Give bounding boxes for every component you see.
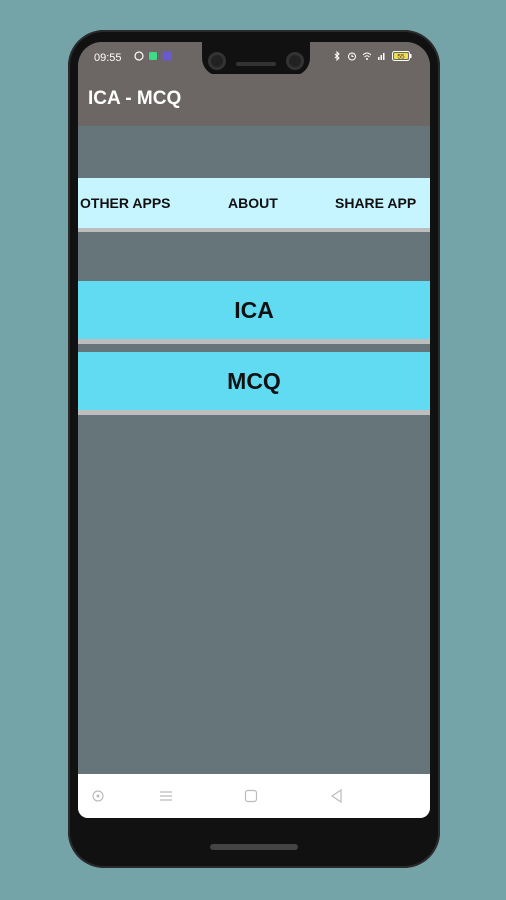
message-icon bbox=[149, 52, 157, 60]
alarm-icon bbox=[348, 52, 356, 61]
status-time: 09:55 bbox=[94, 52, 122, 64]
bluetooth-icon bbox=[334, 51, 340, 61]
app-title: ICA - MCQ bbox=[88, 88, 182, 109]
mcq-button[interactable]: MCQ bbox=[78, 352, 430, 415]
system-nav-bar bbox=[78, 774, 430, 818]
menu-strip: OTHER APPS ABOUT SHARE APP bbox=[78, 178, 430, 232]
recent-apps-icon[interactable] bbox=[158, 788, 174, 804]
wifi-icon bbox=[362, 52, 372, 60]
ai-icon bbox=[162, 51, 172, 61]
home-icon[interactable] bbox=[243, 788, 259, 804]
camera-cutout bbox=[202, 42, 310, 76]
front-camera-icon bbox=[208, 52, 226, 70]
status-icons-right: 55 bbox=[332, 51, 412, 61]
battery-level: 55 bbox=[397, 54, 405, 61]
status-bar: 09:55 55 bbox=[78, 42, 430, 76]
assistant-icon[interactable] bbox=[90, 788, 106, 804]
ica-button[interactable]: ICA bbox=[78, 281, 430, 344]
earpiece-speaker bbox=[236, 62, 276, 66]
battery-icon: 55 bbox=[392, 51, 412, 61]
signal-icon bbox=[378, 53, 385, 60]
status-icons-left bbox=[134, 51, 172, 61]
back-icon[interactable] bbox=[329, 788, 345, 804]
whatsapp-icon bbox=[134, 51, 144, 61]
menu-item-about[interactable]: ABOUT bbox=[228, 195, 278, 211]
app-screen: 09:55 55 ICA - MCQ OTHER APPS ABOUT SHAR… bbox=[78, 42, 430, 818]
home-indicator bbox=[210, 844, 298, 850]
app-bar: ICA - MCQ bbox=[78, 74, 430, 126]
menu-item-other-apps[interactable]: OTHER APPS bbox=[80, 195, 171, 211]
front-camera-icon bbox=[286, 52, 304, 70]
menu-item-share-app[interactable]: SHARE APP bbox=[335, 195, 416, 211]
